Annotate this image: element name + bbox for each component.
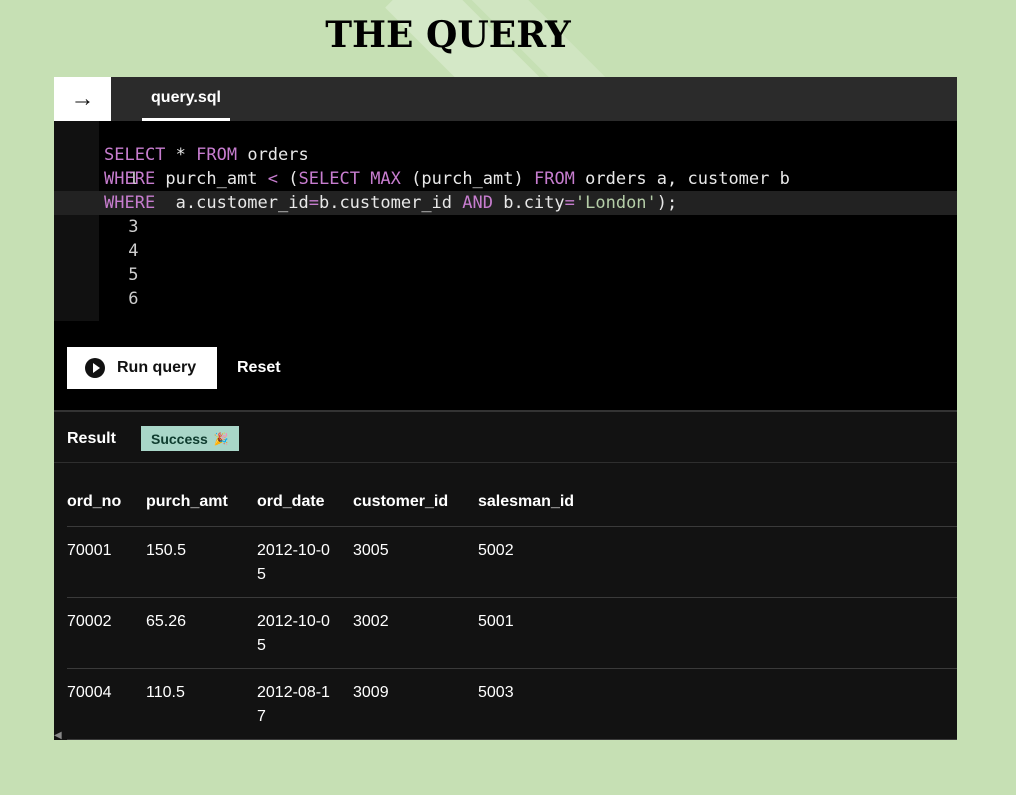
reset-button[interactable]: Reset — [237, 359, 281, 377]
tab-query-sql[interactable]: query.sql — [142, 77, 230, 121]
table-cell: 70001 — [67, 526, 146, 598]
code-line: 4 — [54, 215, 957, 261]
code-line-active: 3 WHERE a.customer_id=b.customer_id AND … — [54, 191, 957, 237]
table-cell: 3005 — [353, 526, 478, 598]
sql-editor-window: → query.sql 1 SELECT * FROM orders 2 WHE… — [54, 77, 957, 740]
run-query-button[interactable]: Run query — [67, 347, 217, 389]
column-header: ord_date — [257, 478, 353, 527]
code-line: 5 — [54, 239, 957, 285]
table-cell: 5002 — [478, 526, 957, 598]
scroll-left-arrow-icon[interactable]: ◀ — [54, 730, 64, 740]
column-header: ord_no — [67, 478, 146, 527]
table-header-row: ord_no purch_amt ord_date customer_id sa… — [67, 478, 957, 527]
table-row: 70002 65.26 2012-10-05 3002 5001 — [67, 597, 957, 669]
table-cell: 70004 — [67, 668, 146, 740]
tab-bar: → query.sql — [54, 77, 957, 121]
run-query-label: Run query — [117, 359, 197, 376]
table-cell: 5001 — [478, 597, 957, 669]
result-label: Result — [67, 430, 116, 447]
result-panel: Result Success 🎉 ord_no purch_amt ord_da… — [54, 410, 957, 740]
result-header: Result Success 🎉 — [54, 412, 957, 463]
table-cell: 150.5 — [146, 526, 257, 598]
table-cell: 110.5 — [146, 668, 257, 740]
result-table: ord_no purch_amt ord_date customer_id sa… — [67, 478, 957, 740]
column-header: purch_amt — [146, 478, 257, 527]
code-line: 2 WHERE purch_amt < (SELECT MAX (purch_a… — [54, 167, 957, 213]
table-cell: 2012-10-05 — [257, 597, 353, 669]
arrow-right-icon[interactable]: → — [54, 77, 111, 121]
column-header: salesman_id — [478, 478, 957, 527]
status-badge-label: Success — [151, 430, 208, 447]
date-value: 2012-10-05 — [257, 613, 330, 654]
date-value: 2012-08-17 — [257, 684, 330, 725]
table-cell: 65.26 — [146, 597, 257, 669]
table-cell: 3002 — [353, 597, 478, 669]
code-line: 6 — [54, 263, 957, 309]
code-text: WHERE purch_amt < (SELECT MAX (purch_amt… — [104, 169, 790, 189]
status-badge: Success 🎉 — [141, 426, 239, 451]
party-popper-icon: 🎉 — [213, 431, 229, 446]
code-line: 1 SELECT * FROM orders — [54, 143, 957, 189]
code-editor[interactable]: 1 SELECT * FROM orders 2 WHERE purch_amt… — [54, 121, 957, 321]
table-cell: 2012-08-17 — [257, 668, 353, 740]
table-cell: 70002 — [67, 597, 146, 669]
code-text: SELECT * FROM orders — [104, 145, 309, 165]
table-cell: 5003 — [478, 668, 957, 740]
page-title: THE QUERY — [325, 14, 571, 56]
table-cell: 3009 — [353, 668, 478, 740]
column-header: customer_id — [353, 478, 478, 527]
table-row: 70001 150.5 2012-10-05 3005 5002 — [67, 526, 957, 598]
table-cell: 2012-10-05 — [257, 526, 353, 598]
table-row: 70004 110.5 2012-08-17 3009 5003 — [67, 668, 957, 740]
date-value: 2012-10-05 — [257, 542, 330, 583]
play-icon — [85, 358, 105, 378]
code-text: WHERE a.customer_id=b.customer_id AND b.… — [104, 193, 678, 213]
line-number: 6 — [128, 289, 139, 309]
